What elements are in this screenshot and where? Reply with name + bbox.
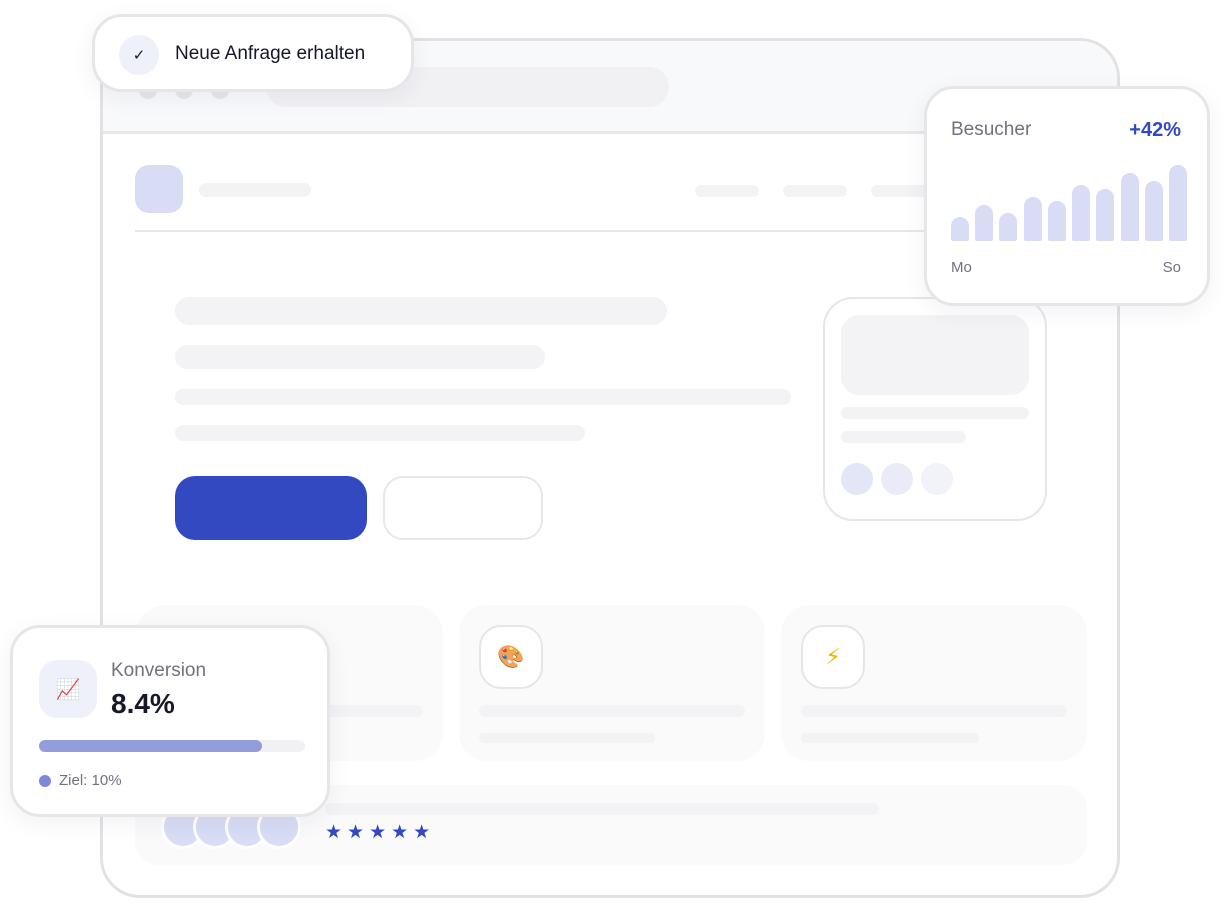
notification-text: Neue Anfrage erhalten [175, 43, 366, 64]
visitors-start-label: Mo [951, 259, 972, 276]
visitors-bar [999, 213, 1018, 241]
check-icon: ✓ [119, 35, 159, 75]
conversion-goal-text: Ziel: 10% [59, 772, 122, 789]
conversion-value: 8.4% [111, 688, 175, 719]
preview-text-placeholder [841, 431, 966, 443]
visitors-bar [1023, 197, 1042, 241]
visitors-bar [951, 217, 969, 241]
feature-card: 🎨 [459, 605, 765, 761]
chart-increasing-icon: 📈 [39, 660, 97, 718]
headline-placeholder [175, 345, 545, 369]
primary-cta-button[interactable] [175, 476, 367, 540]
star-rating: ★★★★★ [325, 821, 436, 843]
conversion-label: Konversion [111, 660, 207, 681]
visitors-bar [1047, 201, 1066, 241]
conversion-goal: Ziel: 10% [39, 772, 122, 789]
nav-link-placeholder[interactable] [695, 185, 759, 197]
nav-link-placeholder[interactable] [783, 185, 847, 197]
review-text-placeholder [325, 803, 879, 815]
lightning-icon: ⚡ [801, 625, 865, 689]
visitors-bar [1096, 189, 1115, 241]
visitors-change: +42% [1129, 119, 1181, 141]
site-name-placeholder [199, 183, 311, 197]
visitors-bar [975, 205, 994, 241]
notification-card: ✓ Neue Anfrage erhalten [92, 14, 414, 92]
feature-text-placeholder [479, 733, 655, 743]
visitors-bar [1120, 173, 1139, 241]
preview-avatar [841, 463, 873, 495]
headline-placeholder [175, 297, 667, 325]
goal-dot-icon [39, 774, 51, 787]
preview-image-placeholder [841, 315, 1029, 395]
palette-icon: 🎨 [479, 625, 543, 689]
visitors-title: Besucher [951, 119, 1032, 140]
preview-avatar [921, 463, 953, 495]
visitors-card: Besucher +42% Mo So [924, 86, 1210, 306]
visitors-bar [1072, 185, 1091, 241]
visitors-bar-chart [951, 161, 1187, 241]
feature-text-placeholder [479, 705, 745, 717]
feature-card: ⚡ [781, 605, 1087, 761]
paragraph-placeholder [175, 425, 585, 441]
preview-avatar [881, 463, 913, 495]
preview-text-placeholder [841, 407, 1029, 419]
conversion-progress-track [39, 740, 305, 752]
visitors-end-label: So [1162, 259, 1181, 276]
conversion-progress-fill [39, 740, 263, 752]
site-logo-placeholder [135, 165, 183, 213]
conversion-card: 📈 Konversion 8.4% Ziel: 10% [10, 625, 330, 817]
preview-card [823, 297, 1047, 521]
secondary-cta-button[interactable] [383, 476, 543, 540]
visitors-bar [1144, 181, 1163, 241]
feature-text-placeholder [801, 733, 979, 743]
visitors-bar [1169, 165, 1187, 241]
feature-text-placeholder [801, 705, 1067, 717]
paragraph-placeholder [175, 389, 791, 405]
